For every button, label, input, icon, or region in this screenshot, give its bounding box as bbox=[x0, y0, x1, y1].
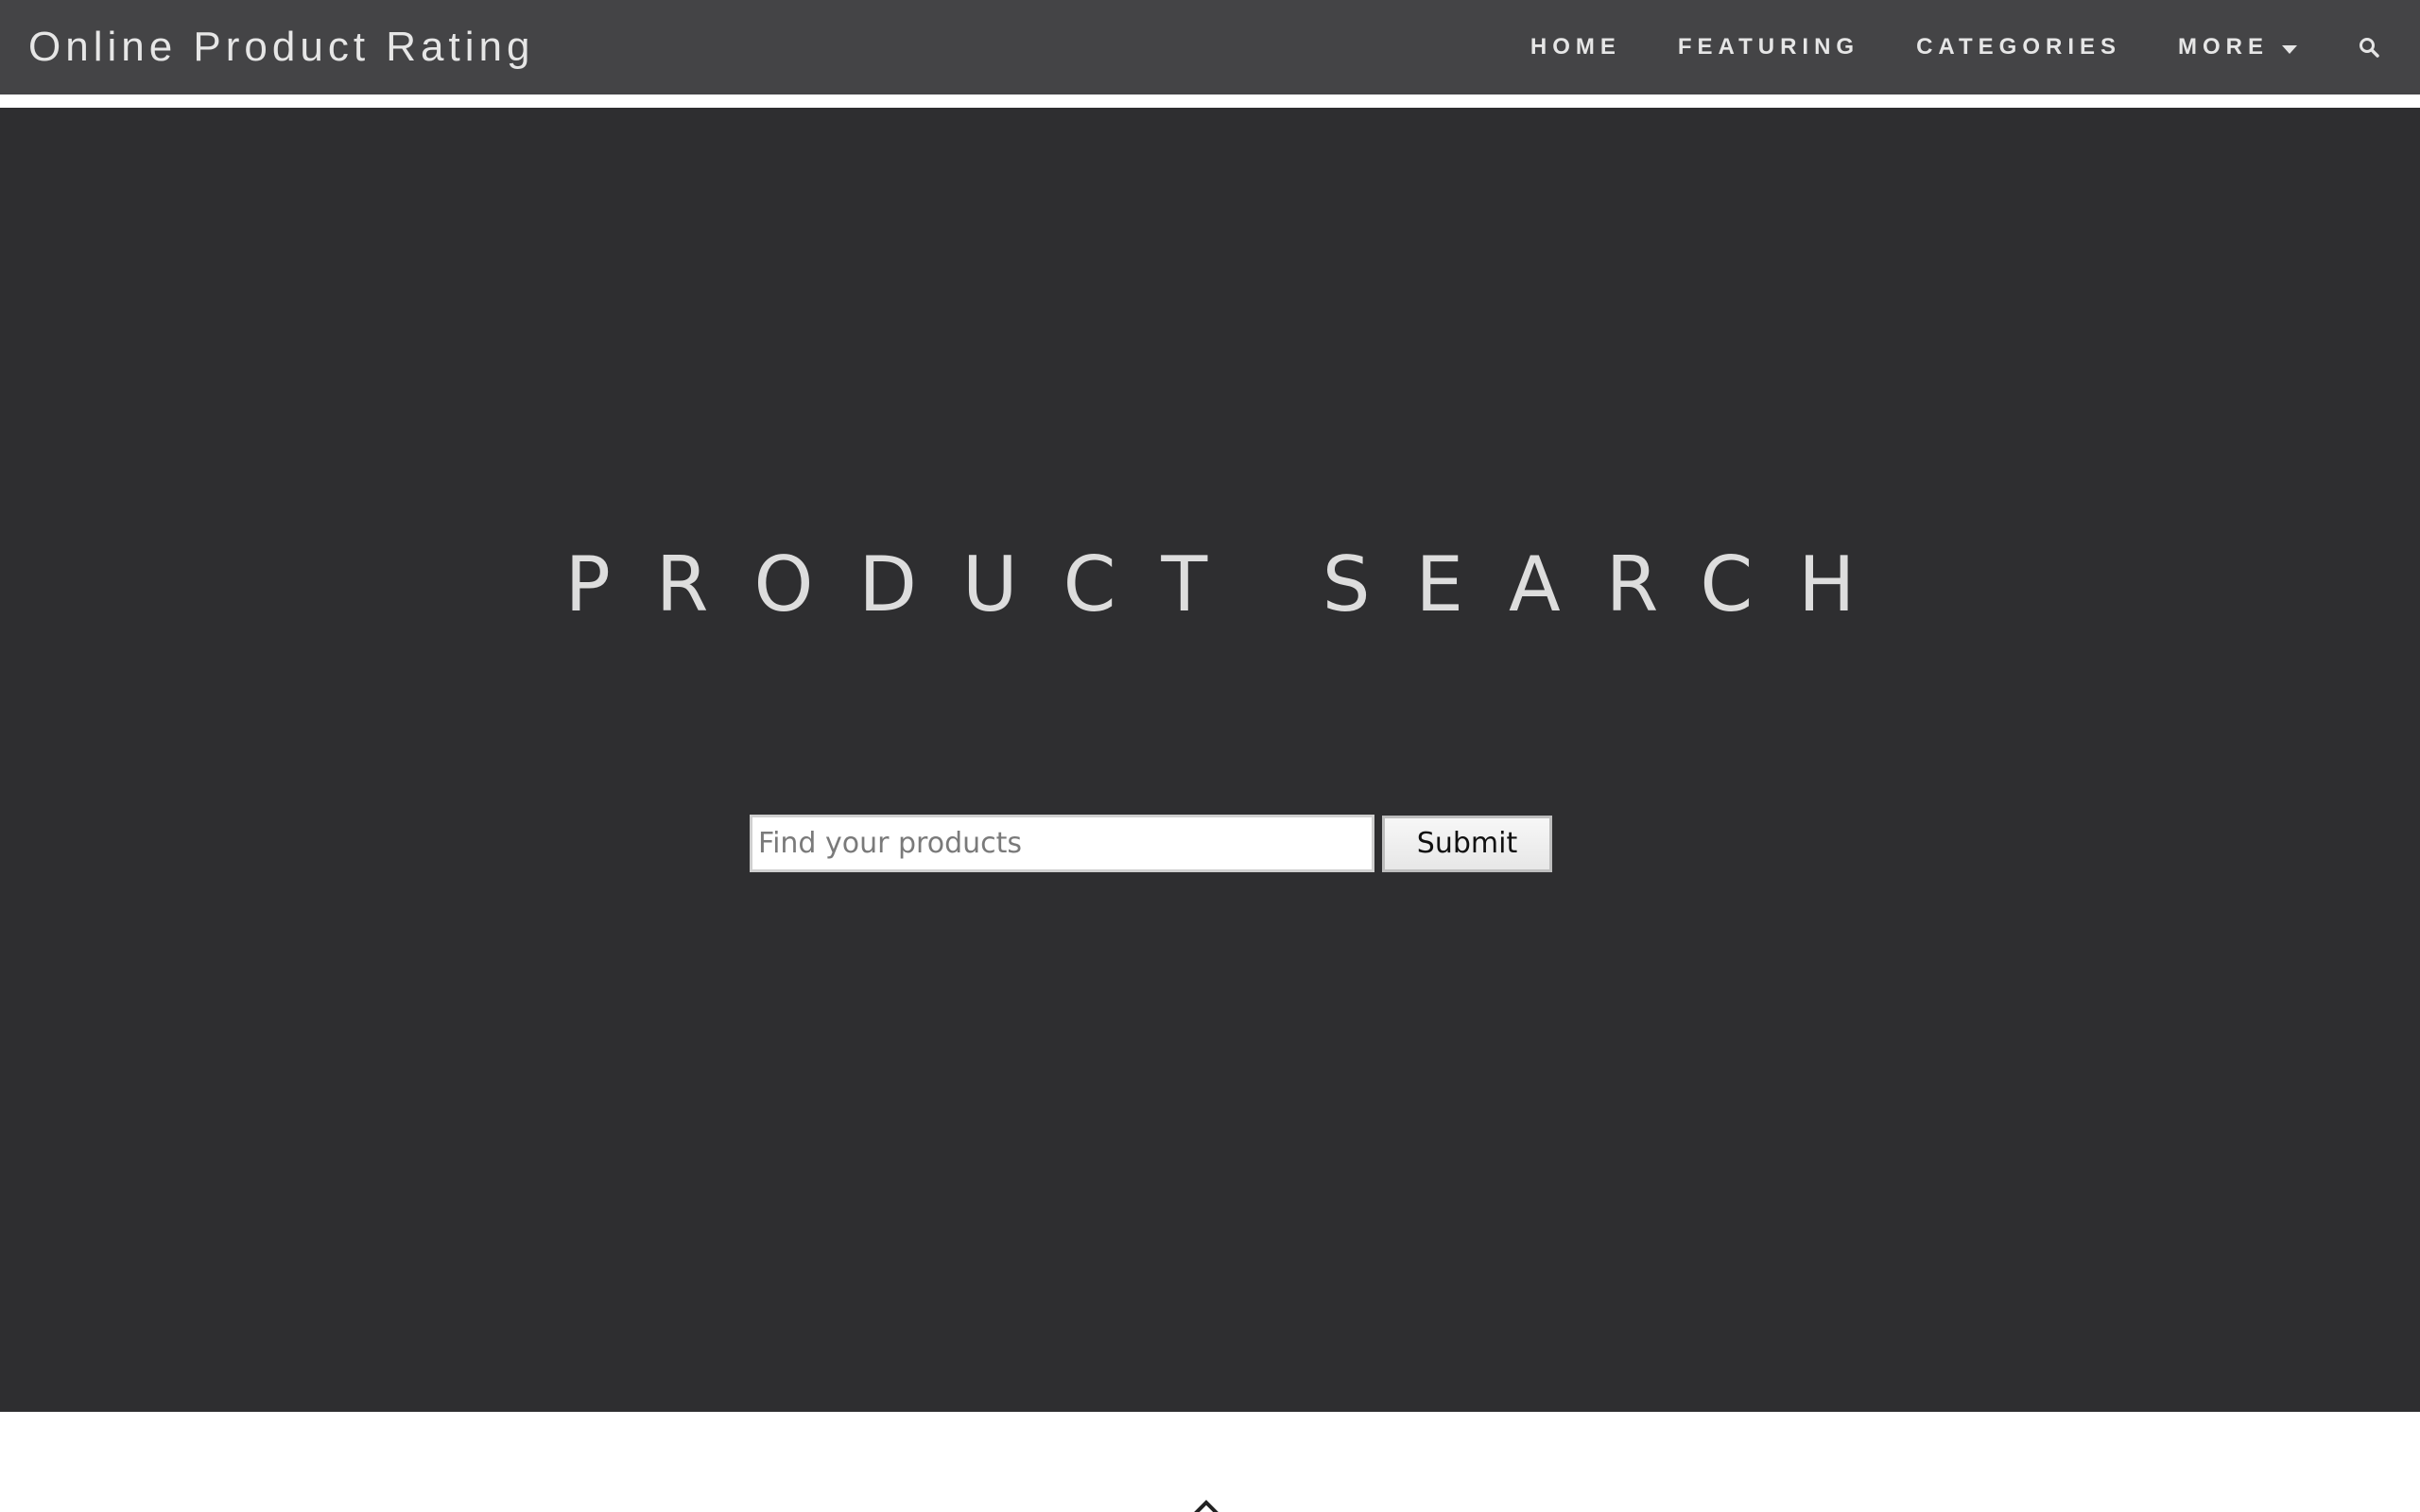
product-search-form: Submit bbox=[750, 815, 1552, 872]
submit-button[interactable]: Submit bbox=[1382, 815, 1552, 872]
nav-featuring[interactable]: FEATURING bbox=[1650, 0, 1888, 94]
search-icon bbox=[2360, 38, 2379, 58]
nav-divider bbox=[0, 94, 2420, 108]
scroll-up-button[interactable] bbox=[1192, 1499, 1220, 1512]
nav-home[interactable]: HOME bbox=[1502, 0, 1650, 94]
brand-link[interactable]: Online Product Rating bbox=[28, 24, 534, 71]
nav-categories[interactable]: CATEGORIES bbox=[1888, 0, 2150, 94]
nav-links: HOME FEATURING CATEGORIES MORE bbox=[1502, 0, 2388, 94]
caret-down-icon bbox=[2282, 44, 2297, 54]
chevron-up-icon bbox=[1194, 1500, 1219, 1512]
below-hero-section bbox=[0, 1412, 2420, 1512]
nav-more-dropdown[interactable]: MORE bbox=[2150, 0, 2325, 94]
page-title: PRODUCT SEARCH bbox=[564, 541, 1901, 628]
nav-categories-label: CATEGORIES bbox=[1916, 34, 2121, 60]
top-navbar: Online Product Rating HOME FEATURING CAT… bbox=[0, 0, 2420, 94]
nav-search-button[interactable] bbox=[2350, 0, 2388, 94]
hero-section: PRODUCT SEARCH Submit bbox=[0, 108, 2420, 1412]
nav-home-label: HOME bbox=[1530, 34, 1621, 60]
nav-more-label: MORE bbox=[2178, 34, 2269, 60]
product-search-input[interactable] bbox=[750, 815, 1374, 872]
nav-featuring-label: FEATURING bbox=[1677, 34, 1860, 60]
